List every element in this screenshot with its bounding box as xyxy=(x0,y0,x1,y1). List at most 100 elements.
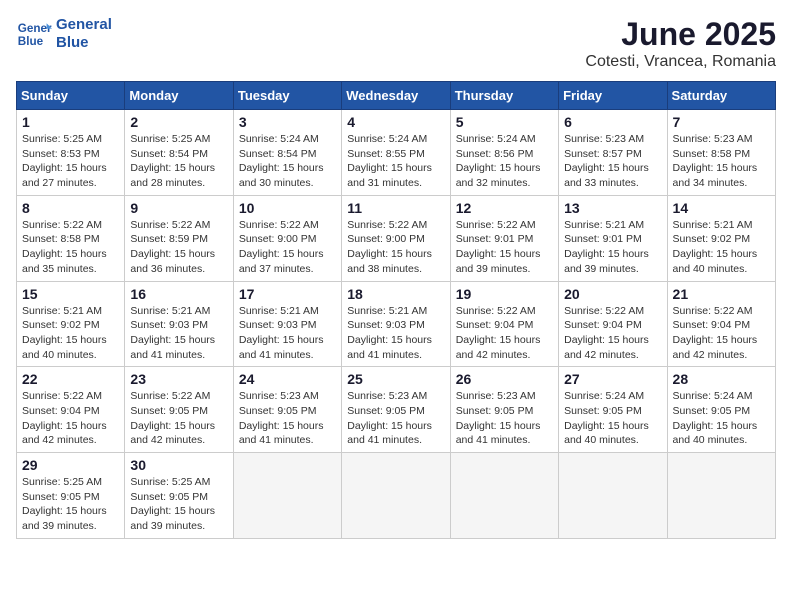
calendar-cell-5: 5Sunrise: 5:24 AMSunset: 8:56 PMDaylight… xyxy=(450,110,558,196)
calendar-cell-20: 20 Sunrise: 5:22 AMSunset: 9:04 PMDayligh… xyxy=(559,281,667,367)
day-number: 3 xyxy=(239,114,336,130)
calendar-cell-16: 16 Sunrise: 5:21 AMSunset: 9:03 PMDayligh… xyxy=(125,281,233,367)
calendar-cell-21: 21Sunrise: 5:22 AMSunset: 9:04 PMDayligh… xyxy=(667,281,775,367)
day-number: 18 xyxy=(347,286,444,302)
day-number: 8 xyxy=(22,200,119,216)
day-number: 27 xyxy=(564,371,661,387)
month-title: June 2025 xyxy=(585,16,776,53)
location-title: Cotesti, Vrancea, Romania xyxy=(585,53,776,71)
day-number: 28 xyxy=(673,371,770,387)
logo-icon: General Blue xyxy=(16,16,52,52)
calendar-week-2: 8Sunrise: 5:22 AMSunset: 8:58 PMDaylight… xyxy=(17,195,776,281)
calendar-header-wednesday: Wednesday xyxy=(342,82,450,110)
calendar-cell-6: 6 Sunrise: 5:23 AMSunset: 8:57 PMDaylight… xyxy=(559,110,667,196)
day-info: Sunrise: 5:24 AMSunset: 9:05 PMDaylight:… xyxy=(564,389,661,448)
calendar-week-3: 15 Sunrise: 5:21 AMSunset: 9:02 PMDayligh… xyxy=(17,281,776,367)
day-info: Sunrise: 5:24 AMSunset: 8:55 PMDaylight:… xyxy=(347,132,444,191)
calendar-cell-empty xyxy=(450,453,558,539)
day-info: Sunrise: 5:21 AMSunset: 9:01 PMDaylight:… xyxy=(564,218,661,277)
day-number: 23 xyxy=(130,371,227,387)
calendar-cell-25: 25 Sunrise: 5:23 AMSunset: 9:05 PMDayligh… xyxy=(342,367,450,453)
calendar-cell-19: 19 Sunrise: 5:22 AMSunset: 9:04 PMDayligh… xyxy=(450,281,558,367)
calendar-cell-12: 12Sunrise: 5:22 AMSunset: 9:01 PMDayligh… xyxy=(450,195,558,281)
calendar-cell-17: 17Sunrise: 5:21 AMSunset: 9:03 PMDayligh… xyxy=(233,281,341,367)
day-info: Sunrise: 5:23 AMSunset: 9:05 PMDaylight:… xyxy=(456,389,553,448)
day-number: 6 xyxy=(564,114,661,130)
calendar-cell-24: 24Sunrise: 5:23 AMSunset: 9:05 PMDayligh… xyxy=(233,367,341,453)
day-info: Sunrise: 5:22 AMSunset: 9:00 PMDaylight:… xyxy=(239,218,336,277)
calendar-header-sunday: Sunday xyxy=(17,82,125,110)
day-number: 14 xyxy=(673,200,770,216)
day-info: Sunrise: 5:21 AMSunset: 9:03 PMDaylight:… xyxy=(347,304,444,363)
day-info: Sunrise: 5:25 AMSunset: 9:05 PMDaylight:… xyxy=(130,475,227,534)
day-info: Sunrise: 5:23 AMSunset: 9:05 PMDaylight:… xyxy=(347,389,444,448)
title-area: June 2025 Cotesti, Vrancea, Romania xyxy=(585,16,776,71)
day-number: 4 xyxy=(347,114,444,130)
day-number: 9 xyxy=(130,200,227,216)
calendar-header-friday: Friday xyxy=(559,82,667,110)
calendar-cell-8: 8Sunrise: 5:22 AMSunset: 8:58 PMDaylight… xyxy=(17,195,125,281)
svg-text:Blue: Blue xyxy=(18,35,44,48)
calendar-header-monday: Monday xyxy=(125,82,233,110)
day-number: 29 xyxy=(22,457,119,473)
calendar-cell-26: 26 Sunrise: 5:23 AMSunset: 9:05 PMDayligh… xyxy=(450,367,558,453)
day-info: Sunrise: 5:25 AMSunset: 8:53 PMDaylight:… xyxy=(22,132,119,191)
calendar-cell-23: 23 Sunrise: 5:22 AMSunset: 9:05 PMDayligh… xyxy=(125,367,233,453)
calendar-cell-14: 14 Sunrise: 5:21 AMSunset: 9:02 PMDayligh… xyxy=(667,195,775,281)
day-number: 26 xyxy=(456,371,553,387)
day-info: Sunrise: 5:22 AMSunset: 9:04 PMDaylight:… xyxy=(22,389,119,448)
calendar-cell-29: 29 Sunrise: 5:25 AMSunset: 9:05 PMDayligh… xyxy=(17,453,125,539)
calendar-cell-9: 9 Sunrise: 5:22 AMSunset: 8:59 PMDaylight… xyxy=(125,195,233,281)
day-info: Sunrise: 5:22 AMSunset: 8:59 PMDaylight:… xyxy=(130,218,227,277)
day-number: 20 xyxy=(564,286,661,302)
day-info: Sunrise: 5:21 AMSunset: 9:02 PMDaylight:… xyxy=(673,218,770,277)
calendar-header-row: SundayMondayTuesdayWednesdayThursdayFrid… xyxy=(17,82,776,110)
calendar-cell-15: 15 Sunrise: 5:21 AMSunset: 9:02 PMDayligh… xyxy=(17,281,125,367)
day-number: 19 xyxy=(456,286,553,302)
calendar-cell-empty xyxy=(342,453,450,539)
calendar-cell-22: 22Sunrise: 5:22 AMSunset: 9:04 PMDayligh… xyxy=(17,367,125,453)
calendar-header-thursday: Thursday xyxy=(450,82,558,110)
day-number: 11 xyxy=(347,200,444,216)
calendar-cell-4: 4 Sunrise: 5:24 AMSunset: 8:55 PMDaylight… xyxy=(342,110,450,196)
calendar-cell-30: 30Sunrise: 5:25 AMSunset: 9:05 PMDayligh… xyxy=(125,453,233,539)
day-number: 24 xyxy=(239,371,336,387)
day-info: Sunrise: 5:22 AMSunset: 9:04 PMDaylight:… xyxy=(564,304,661,363)
day-info: Sunrise: 5:25 AMSunset: 9:05 PMDaylight:… xyxy=(22,475,119,534)
page-header: General Blue General Blue June 2025 Cote… xyxy=(16,16,776,71)
calendar-header-tuesday: Tuesday xyxy=(233,82,341,110)
calendar-table: SundayMondayTuesdayWednesdayThursdayFrid… xyxy=(16,81,776,539)
logo-line1: General xyxy=(56,16,112,34)
day-info: Sunrise: 5:21 AMSunset: 9:03 PMDaylight:… xyxy=(239,304,336,363)
day-info: Sunrise: 5:22 AMSunset: 9:05 PMDaylight:… xyxy=(130,389,227,448)
day-number: 13 xyxy=(564,200,661,216)
day-number: 16 xyxy=(130,286,227,302)
day-number: 25 xyxy=(347,371,444,387)
day-info: Sunrise: 5:25 AMSunset: 8:54 PMDaylight:… xyxy=(130,132,227,191)
calendar-week-1: 1Sunrise: 5:25 AMSunset: 8:53 PMDaylight… xyxy=(17,110,776,196)
day-info: Sunrise: 5:23 AMSunset: 8:57 PMDaylight:… xyxy=(564,132,661,191)
calendar-cell-1: 1Sunrise: 5:25 AMSunset: 8:53 PMDaylight… xyxy=(17,110,125,196)
logo: General Blue General Blue xyxy=(16,16,112,52)
calendar-header-saturday: Saturday xyxy=(667,82,775,110)
calendar-week-4: 22Sunrise: 5:22 AMSunset: 9:04 PMDayligh… xyxy=(17,367,776,453)
day-info: Sunrise: 5:21 AMSunset: 9:03 PMDaylight:… xyxy=(130,304,227,363)
day-info: Sunrise: 5:22 AMSunset: 9:04 PMDaylight:… xyxy=(456,304,553,363)
calendar-cell-3: 3Sunrise: 5:24 AMSunset: 8:54 PMDaylight… xyxy=(233,110,341,196)
logo-wordmark: General Blue xyxy=(56,16,112,52)
calendar-cell-11: 11 Sunrise: 5:22 AMSunset: 9:00 PMDayligh… xyxy=(342,195,450,281)
calendar-cell-13: 13 Sunrise: 5:21 AMSunset: 9:01 PMDayligh… xyxy=(559,195,667,281)
day-number: 7 xyxy=(673,114,770,130)
calendar-cell-7: 7 Sunrise: 5:23 AMSunset: 8:58 PMDaylight… xyxy=(667,110,775,196)
day-info: Sunrise: 5:23 AMSunset: 8:58 PMDaylight:… xyxy=(673,132,770,191)
day-number: 21 xyxy=(673,286,770,302)
day-number: 10 xyxy=(239,200,336,216)
day-number: 15 xyxy=(22,286,119,302)
day-info: Sunrise: 5:22 AMSunset: 9:00 PMDaylight:… xyxy=(347,218,444,277)
day-info: Sunrise: 5:21 AMSunset: 9:02 PMDaylight:… xyxy=(22,304,119,363)
day-info: Sunrise: 5:24 AMSunset: 8:56 PMDaylight:… xyxy=(456,132,553,191)
day-number: 2 xyxy=(130,114,227,130)
calendar-cell-27: 27 Sunrise: 5:24 AMSunset: 9:05 PMDayligh… xyxy=(559,367,667,453)
calendar-cell-10: 10 Sunrise: 5:22 AMSunset: 9:00 PMDayligh… xyxy=(233,195,341,281)
day-info: Sunrise: 5:24 AMSunset: 9:05 PMDaylight:… xyxy=(673,389,770,448)
